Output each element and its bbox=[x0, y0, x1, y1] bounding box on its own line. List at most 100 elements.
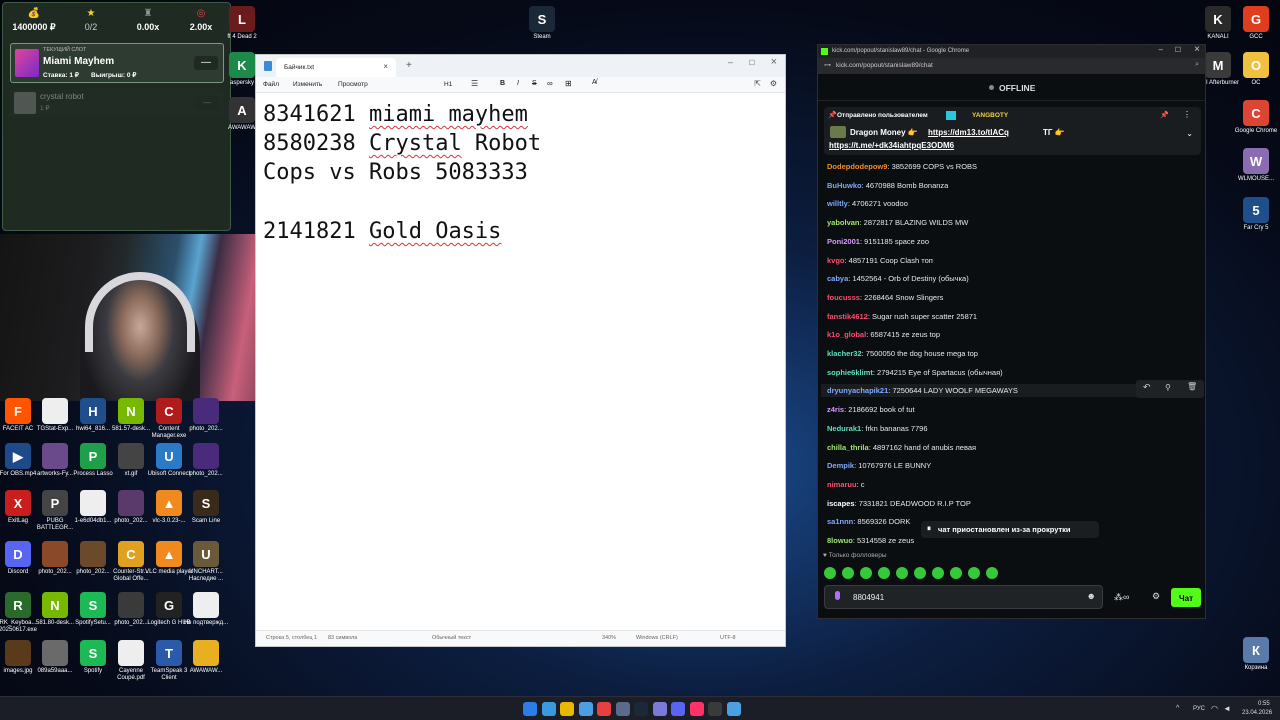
chat-message[interactable]: Nedurak1: frkn bananas 7796 bbox=[827, 424, 928, 433]
taskbar-app-icon[interactable] bbox=[597, 702, 611, 716]
taskbar-app-icon[interactable] bbox=[615, 702, 630, 716]
chat-username[interactable]: dryunyachapik21 bbox=[827, 386, 888, 395]
chat-username[interactable]: willtly bbox=[827, 199, 848, 208]
chat-username[interactable]: Dempik bbox=[827, 461, 854, 470]
volume-icon[interactable]: ◄ bbox=[1223, 704, 1231, 713]
chat-username[interactable]: iscapes bbox=[827, 499, 855, 508]
emoji-picker-icon[interactable]: ☻ bbox=[1087, 591, 1096, 601]
desktop-icon[interactable]: S Steam bbox=[517, 6, 567, 41]
desktop-icon[interactable]: Lft 4 Dead 2 bbox=[217, 6, 267, 41]
chat-message[interactable]: Dodepdodepow9: 3852699 COPS vs ROBS bbox=[827, 162, 977, 171]
pin-toggle-icon[interactable]: 📌 bbox=[1160, 111, 1169, 119]
desktop-icon[interactable]: W WLMOUSE... bbox=[1231, 148, 1280, 183]
chat-message[interactable]: Poni2001: 9151185 space zoo bbox=[827, 237, 929, 246]
emote-icon[interactable] bbox=[842, 567, 854, 579]
emote-icon[interactable] bbox=[950, 567, 962, 579]
chat-message[interactable]: iscapes: 7331821 DEADWOOD R.I.P TOP bbox=[827, 499, 971, 508]
taskbar-app-icon[interactable] bbox=[671, 702, 685, 716]
chat-username[interactable]: klacher32 bbox=[827, 349, 862, 358]
clear-format-icon[interactable]: A̸ bbox=[592, 79, 597, 86]
taskbar-app-icon[interactable] bbox=[708, 702, 722, 716]
chat-username[interactable]: fanstik4612 bbox=[827, 312, 868, 321]
menu-edit[interactable]: Изменить bbox=[293, 81, 322, 88]
taskbar-app-icon[interactable] bbox=[523, 702, 537, 716]
emote-icon[interactable] bbox=[824, 567, 836, 579]
chat-message[interactable]: 8lowuo: 5314558 ze zeus bbox=[827, 536, 914, 545]
chat-username[interactable]: sa1nnn bbox=[827, 517, 853, 526]
chat-username[interactable]: chilla_thrila bbox=[827, 443, 869, 452]
chat-username[interactable]: yabolvan bbox=[827, 218, 860, 227]
desktop-icon[interactable]: U UNCHART... Наследие ... bbox=[181, 541, 231, 583]
address-bar[interactable]: ⊶ kick.com/popout/stanislaw89/chat ⌕ bbox=[818, 58, 1205, 74]
current-slot-minus-button[interactable]: — bbox=[194, 56, 218, 70]
minimize-icon[interactable]: – bbox=[728, 57, 733, 67]
desktop-icon[interactable]: G GCC bbox=[1231, 6, 1280, 41]
taskbar-app-icon[interactable] bbox=[578, 702, 593, 716]
chat-username[interactable]: k1o_global bbox=[827, 330, 866, 339]
emote-icon[interactable] bbox=[932, 567, 944, 579]
pin-message-icon[interactable]: ⚲ bbox=[1165, 383, 1171, 392]
chat-username[interactable]: foucusss bbox=[827, 293, 860, 302]
chat-message[interactable]: cabya: 1452564 - Orb of Destiny (обычка) bbox=[827, 274, 969, 283]
chrome-minimize-icon[interactable]: – bbox=[1159, 45, 1163, 54]
collapse-chevron-icon[interactable]: ⌄ bbox=[1186, 129, 1193, 138]
desktop-icon[interactable]: O OC bbox=[1231, 52, 1280, 87]
next-slot-minus-button[interactable]: — bbox=[195, 96, 219, 110]
chat-message[interactable]: foucusss: 2268464 Snow Slingers bbox=[827, 293, 943, 302]
link-icon[interactable]: ∞ bbox=[547, 79, 553, 88]
chat-message[interactable]: klacher32: 7500050 the dog house mega to… bbox=[827, 349, 978, 358]
chat-message[interactable]: yabolvan: 2872817 BLAZING WILDS MW bbox=[827, 218, 968, 227]
desktop-icon[interactable]: AWAWAW... bbox=[181, 640, 231, 675]
chat-username[interactable]: nimaruu bbox=[827, 480, 857, 489]
chat-message[interactable]: Dempik: 10767976 LE BUNNY bbox=[827, 461, 931, 470]
zoom-search-icon[interactable]: ⌕ bbox=[1195, 61, 1199, 69]
chrome-maximize-icon[interactable]: ☐ bbox=[1175, 46, 1181, 54]
desktop-icon[interactable]: photo_202... bbox=[181, 398, 231, 433]
italic-icon[interactable]: I bbox=[517, 80, 519, 87]
reply-icon[interactable]: ↶ bbox=[1143, 382, 1151, 393]
chat-message[interactable]: k1o_global: 6587415 ze zeus top bbox=[827, 330, 940, 339]
desktop-icon[interactable]: S Scam Line bbox=[181, 490, 231, 525]
send-chat-button[interactable]: Чат bbox=[1171, 588, 1201, 607]
notepad-text-area[interactable]: 8341621 miami mayhem 8580238 Crystal Rob… bbox=[256, 97, 785, 630]
line-ending[interactable]: Windows (CRLF) bbox=[636, 635, 678, 641]
heading-select[interactable]: H1 bbox=[444, 81, 452, 88]
chat-settings-icon[interactable]: ⚙ bbox=[1152, 591, 1160, 602]
chat-username[interactable]: sophie6klimt bbox=[827, 368, 873, 377]
desktop-icon[interactable]: Не подтвержд... bbox=[181, 592, 231, 627]
emote-icon[interactable] bbox=[968, 567, 980, 579]
pinned-link-2[interactable]: https://t.me/+dk34iahtpqE3ODM6 bbox=[829, 141, 954, 150]
menu-view[interactable]: Просмотр bbox=[338, 81, 368, 88]
tray-chevron-icon[interactable]: ^ bbox=[1176, 705, 1179, 712]
chat-username[interactable]: Nedurak1 bbox=[827, 424, 861, 433]
chat-username[interactable]: Dodepdodepow9 bbox=[827, 162, 887, 171]
mic-icon[interactable] bbox=[835, 591, 840, 600]
chat-username[interactable]: cabya bbox=[827, 274, 848, 283]
notepad-tab[interactable]: Байчик.txt × bbox=[276, 58, 396, 77]
pinned-link-1[interactable]: https://dm13.to/tlACq bbox=[928, 128, 1009, 137]
taskbar-app-icon[interactable] bbox=[652, 702, 667, 716]
emote-icon[interactable] bbox=[860, 567, 872, 579]
taskbar-app-icon[interactable] bbox=[726, 702, 741, 716]
chat-paused-notice[interactable]: ⏸ чат приостановлен из-за прокрутки bbox=[921, 521, 1099, 538]
share-icon[interactable]: ⇱ bbox=[754, 79, 761, 88]
taskbar-app-icon[interactable] bbox=[689, 702, 704, 716]
emote-icon[interactable] bbox=[914, 567, 926, 579]
emote-icon[interactable] bbox=[896, 567, 908, 579]
table-icon[interactable]: ⊞ bbox=[565, 79, 572, 88]
bold-icon[interactable]: B bbox=[500, 80, 505, 87]
site-info-icon[interactable]: ⊶ bbox=[824, 61, 831, 69]
chat-message[interactable]: BuHuwko: 4670988 Bomb Bonanza bbox=[827, 181, 948, 190]
desktop-icon[interactable]: C Google Chrome bbox=[1231, 100, 1280, 135]
desktop-icon[interactable]: 5 Far Cry 5 bbox=[1231, 197, 1280, 232]
desktop-icon[interactable]: photo_202... bbox=[181, 443, 231, 478]
chat-username[interactable]: Poni2001 bbox=[827, 237, 860, 246]
chat-username[interactable]: kvgo bbox=[827, 256, 845, 265]
maximize-icon[interactable]: ☐ bbox=[749, 59, 755, 67]
chat-message[interactable]: z4ris: 2186692 book of tut bbox=[827, 405, 915, 414]
chrome-close-icon[interactable]: × bbox=[1194, 44, 1200, 55]
delete-icon[interactable]: 🗑 bbox=[1187, 382, 1197, 391]
chat-message[interactable]: kvgo: 4857191 Coop Clash топ bbox=[827, 256, 933, 265]
chat-input-box[interactable]: 8804941 ☻ bbox=[824, 585, 1103, 609]
list-icon[interactable]: ☰ bbox=[471, 79, 478, 88]
